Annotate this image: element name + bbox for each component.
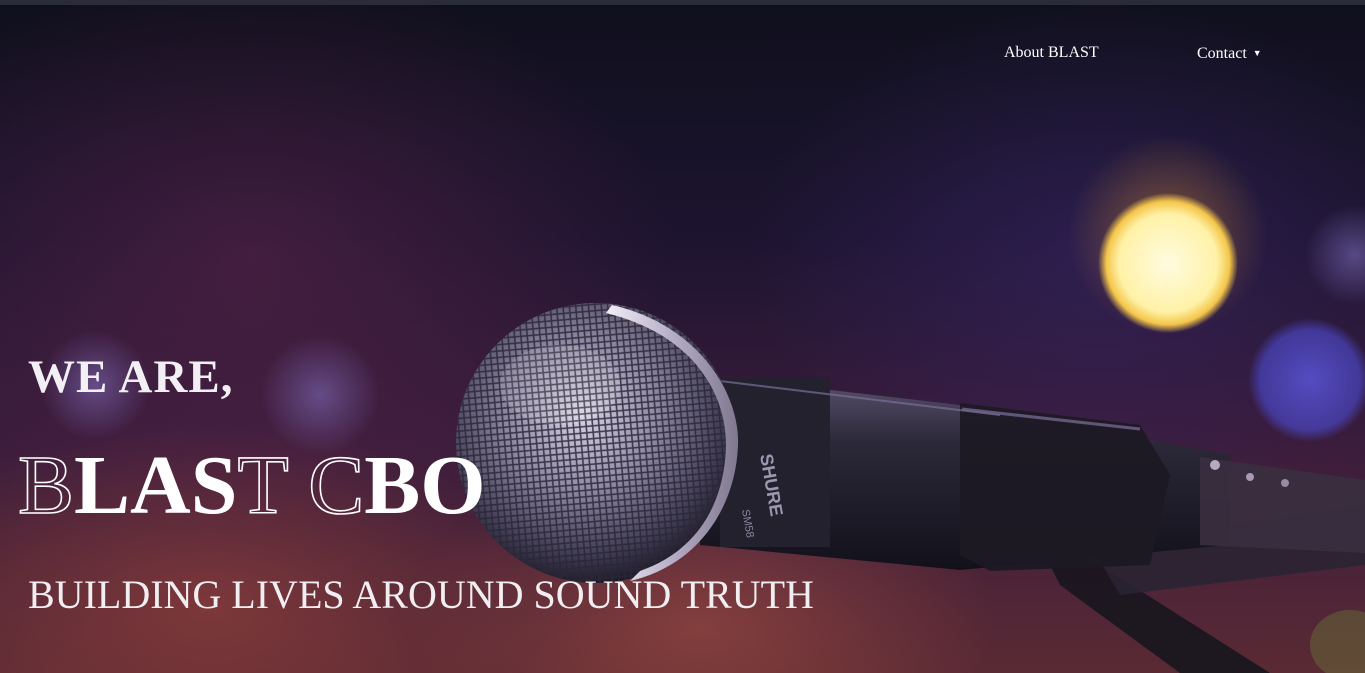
nav-about-link[interactable]: About BLAST <box>1004 38 1099 68</box>
brand-part: T C <box>237 438 365 533</box>
bokeh-light <box>1248 318 1365 442</box>
hero-eyebrow: WE ARE, <box>28 351 234 403</box>
nav-contact-label: Contact <box>1197 45 1247 62</box>
page: SHURE SM58 About BLAST Contact ▼ WE ARE, … <box>0 0 1365 673</box>
mic-connector <box>1200 457 1365 553</box>
bokeh-light <box>1310 610 1365 673</box>
brand-part: B <box>17 438 75 533</box>
bokeh-light <box>1098 193 1238 333</box>
bokeh-light <box>260 335 380 455</box>
nav-contact-dropdown[interactable]: Contact ▼ <box>1197 38 1262 69</box>
top-strip <box>0 0 1365 5</box>
top-navigation: About BLAST Contact ▼ <box>0 38 1365 68</box>
bokeh-light <box>1305 205 1365 305</box>
brand-part: BO <box>364 439 486 532</box>
caret-down-icon: ▼ <box>1252 48 1262 58</box>
brand-part: LAS <box>74 439 238 532</box>
hero-tagline: BUILDING LIVES AROUND SOUND TRUTH <box>28 572 814 617</box>
hero-brand-title: BLAST CBO <box>17 438 486 534</box>
